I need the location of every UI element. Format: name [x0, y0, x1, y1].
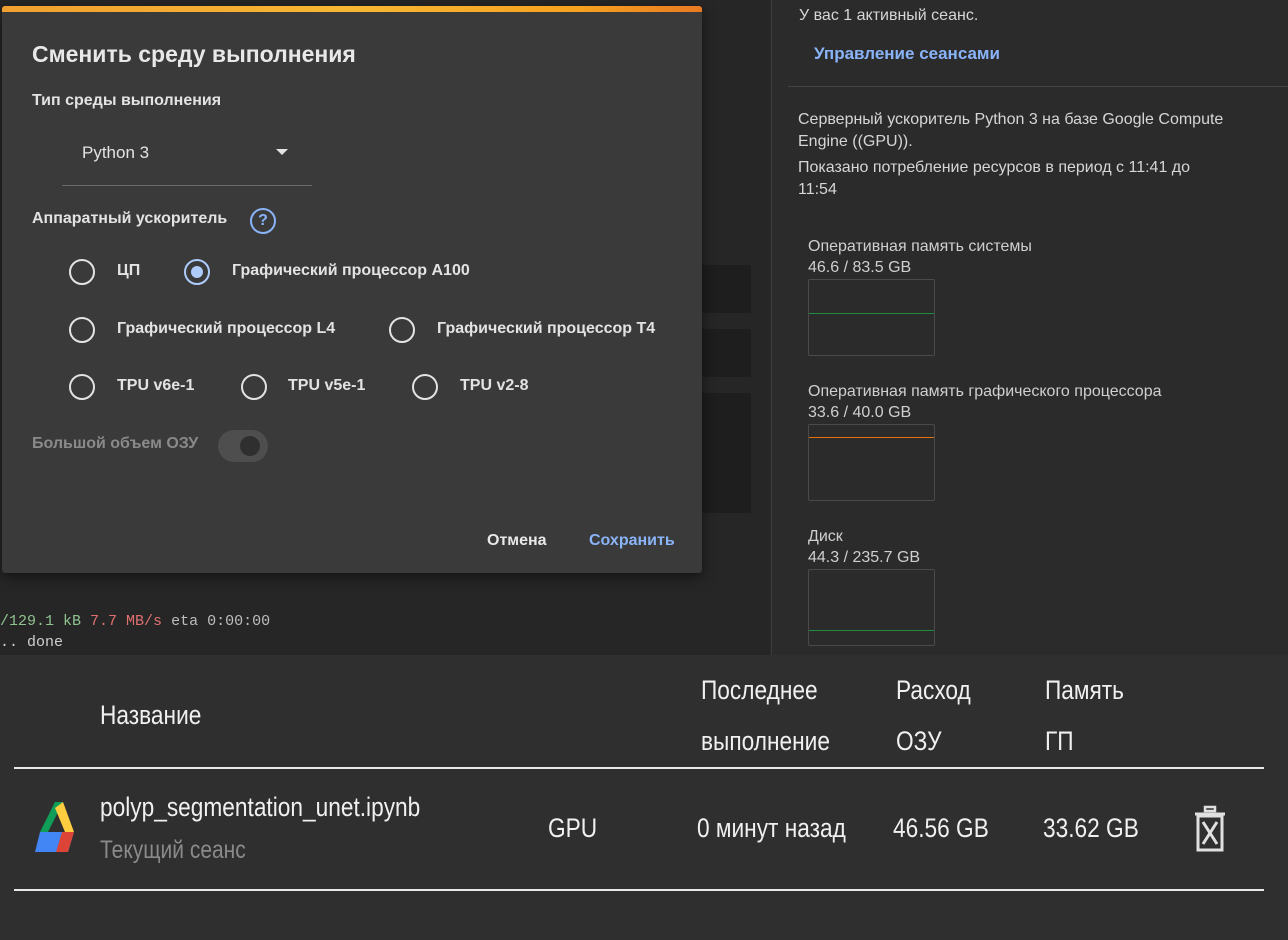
resources-panel: У вас 1 активный сеанс. Управление сеанс…: [772, 0, 1288, 655]
notebook-cell-2: [700, 329, 751, 377]
toggle-knob: [240, 436, 260, 456]
accelerator-label: Аппаратный ускоритель: [32, 210, 228, 227]
trash-icon[interactable]: [1193, 805, 1227, 853]
notebook-cell-3: [700, 393, 751, 513]
period-info-line1: Показано потребление ресурсов в период с…: [798, 159, 1191, 176]
radio-gpu-t4[interactable]: [389, 317, 415, 343]
session-type: GPU: [548, 813, 598, 843]
session-ram: 46.56 GB: [893, 813, 989, 843]
header-last-exec-2: выполнение: [701, 726, 830, 756]
radio-label-tpu-v6e-1[interactable]: TPU v6e-1: [117, 377, 194, 395]
header-last-exec-1: Последнее: [701, 675, 818, 705]
disk-label: Диск: [808, 528, 843, 545]
change-runtime-dialog: Сменить среду выполнения Тип среды выпол…: [2, 6, 702, 573]
radio-label-tpu-v2-8[interactable]: TPU v2-8: [460, 377, 528, 395]
session-subtitle: Текущий сеанс: [100, 836, 246, 864]
radio-tpu-v5e-1[interactable]: [241, 374, 267, 400]
radio-gpu-a100[interactable]: [184, 259, 210, 285]
cell-output: /129.1 kB 7.7 MB/s eta 0:00:00 .. done: [0, 611, 270, 653]
dropdown-arrow-icon: [276, 149, 288, 155]
eta-value: 0:00:00: [207, 613, 271, 630]
runtime-type-value: Python 3: [82, 143, 150, 162]
header-ram-1: Расход: [896, 675, 971, 705]
gpu-ram-label: Оперативная память графического процессо…: [808, 383, 1162, 400]
download-speed: 7.7 MB/s: [90, 613, 163, 630]
system-ram-line: [809, 313, 934, 314]
disk-line: [809, 630, 934, 631]
active-sessions-text: У вас 1 активный сеанс.: [799, 7, 979, 24]
session-last-exec: 0 минут назад: [697, 813, 846, 843]
disk-graph: [808, 569, 935, 646]
backend-info-line1: Серверный ускоритель Python 3 на базе Go…: [798, 111, 1224, 128]
save-button[interactable]: Сохранить: [589, 532, 675, 550]
gpu-ram-value: 33.6 / 40.0 GB: [808, 404, 912, 421]
notebook-cell-1: [700, 265, 751, 313]
manage-sessions-link[interactable]: Управление сеансами: [814, 44, 1000, 64]
system-ram-label: Оперативная память системы: [808, 238, 1032, 255]
period-info-line2: 11:54: [798, 181, 837, 198]
radio-label-tpu-v5e-1[interactable]: TPU v5e-1: [288, 377, 365, 395]
header-ram-2: ОЗУ: [896, 726, 942, 756]
system-ram-value: 46.6 / 83.5 GB: [808, 259, 912, 276]
runtime-type-label: Тип среды выполнения: [32, 92, 222, 109]
download-progress: /129.1 kB: [0, 613, 82, 630]
dialog-title: Сменить среду выполнения: [32, 41, 356, 67]
session-gpu-mem: 33.62 GB: [1043, 813, 1139, 843]
high-ram-label: Большой объем ОЗУ: [32, 435, 199, 452]
gpu-ram-graph: [808, 424, 935, 501]
notebook-workspace: /129.1 kB 7.7 MB/s eta 0:00:00 .. done У…: [0, 0, 1288, 655]
table-header-divider: [14, 767, 1264, 769]
high-ram-toggle[interactable]: [218, 430, 268, 462]
runtime-type-select[interactable]: Python 3: [62, 134, 312, 186]
radio-tpu-v2-8[interactable]: [412, 374, 438, 400]
disk-value: 44.3 / 235.7 GB: [808, 549, 921, 566]
done-line: .. done: [0, 634, 64, 651]
radio-gpu-l4[interactable]: [69, 317, 95, 343]
header-name: Название: [100, 700, 202, 730]
header-gpu-mem-1: Память: [1045, 675, 1124, 705]
dialog-accent-bar: [2, 6, 702, 12]
radio-tpu-v6e-1[interactable]: [69, 374, 95, 400]
gpu-ram-line: [809, 437, 934, 438]
radio-label-cpu[interactable]: ЦП: [117, 262, 140, 280]
radio-label-gpu-t4[interactable]: Графический процессор T4: [437, 320, 655, 338]
radio-label-gpu-l4[interactable]: Графический процессор L4: [117, 320, 335, 338]
backend-info-line2: Engine ((GPU)).: [798, 133, 913, 150]
resources-divider: [788, 86, 1288, 87]
google-drive-icon: [35, 802, 74, 852]
help-icon[interactable]: ?: [250, 208, 276, 234]
table-row-divider: [14, 889, 1264, 891]
session-file-name[interactable]: polyp_segmentation_unet.ipynb: [100, 792, 420, 823]
eta-label: eta: [171, 613, 199, 630]
cancel-button[interactable]: Отмена: [487, 532, 547, 550]
radio-cpu[interactable]: [69, 259, 95, 285]
header-gpu-mem-2: ГП: [1045, 726, 1074, 756]
system-ram-graph: [808, 279, 935, 356]
radio-label-gpu-a100[interactable]: Графический процессор A100: [232, 262, 470, 280]
